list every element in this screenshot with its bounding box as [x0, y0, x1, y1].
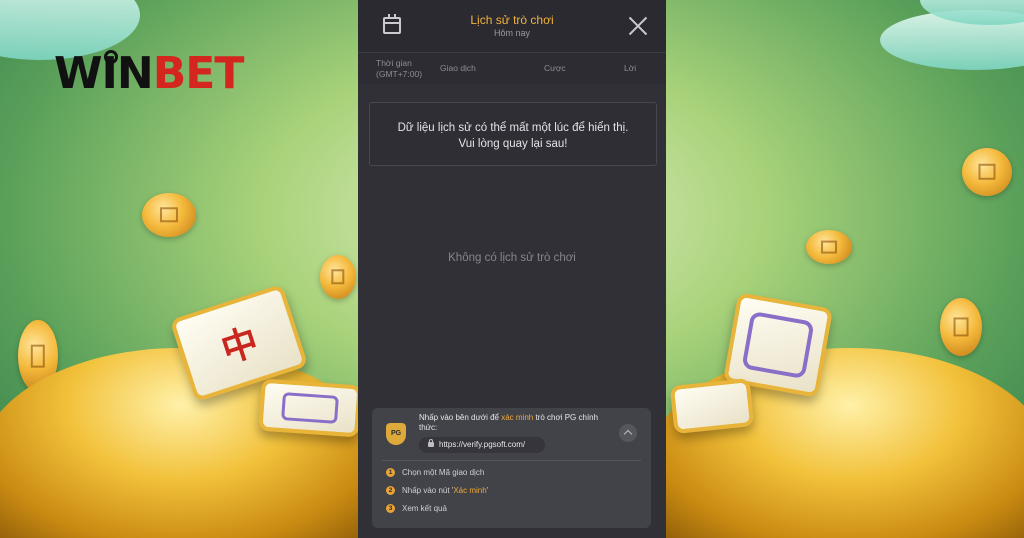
coin-decoration — [806, 230, 852, 264]
coin-decoration — [940, 298, 982, 356]
close-icon[interactable] — [628, 16, 648, 36]
coin-decoration — [320, 255, 356, 299]
coin-decoration — [962, 148, 1012, 196]
game-history-panel: Lịch sử trò chơi Hôm nay Thời gian (GMT+… — [358, 0, 666, 538]
column-time-zone: (GMT+7:00) — [376, 69, 423, 79]
empty-state-text: Không có lịch sử trò chơi — [448, 252, 576, 264]
pg-shield-icon: PG — [386, 423, 406, 445]
coin-decoration — [142, 193, 196, 237]
step-number: 2 — [386, 486, 395, 495]
mahjong-tile — [669, 377, 755, 435]
collapse-button[interactable] — [619, 424, 637, 442]
verify-step: 1 Chọn một Mã giao dịch — [386, 468, 484, 477]
column-bet: Cược — [544, 63, 566, 73]
verify-instruction: Nhấp vào bên dưới để xác minh trò chơi P… — [419, 413, 609, 433]
verify-url-link[interactable]: https://verify.pgsoft.com/ — [419, 437, 545, 453]
winbet-logo: WIN BET — [54, 48, 245, 99]
page-title: Lịch sử trò chơi — [470, 13, 554, 27]
logo-mark-icon — [104, 50, 118, 64]
verify-text-highlight: xác minh — [501, 413, 534, 422]
verify-url: https://verify.pgsoft.com/ — [439, 440, 526, 449]
notice-line-2: Vui lòng quay lại sau! — [458, 138, 568, 150]
step-number: 3 — [386, 504, 395, 513]
loading-notice: Dữ liệu lịch sử có thể mất một lúc để hi… — [369, 102, 657, 166]
step-text: Xem kết quả — [402, 504, 447, 513]
column-transaction: Giao dịch — [440, 63, 476, 73]
column-time: Thời gian (GMT+7:00) — [376, 58, 422, 80]
column-win: Lời — [624, 63, 637, 73]
verify-card: PG Nhấp vào bên dưới để xác minh trò chơ… — [372, 408, 651, 528]
column-time-label: Thời gian — [376, 58, 412, 68]
notice-line-1: Dữ liệu lịch sử có thể mất một lúc để hi… — [397, 122, 629, 134]
table-header: Thời gian (GMT+7:00) Giao dịch Cược Lời — [358, 52, 666, 84]
logo-text-bet: BET — [152, 48, 245, 99]
panel-header: Lịch sử trò chơi Hôm nay — [358, 0, 666, 52]
mahjong-tile — [258, 378, 362, 438]
lock-icon — [428, 439, 434, 447]
divider — [382, 460, 641, 461]
step-text-after: ' — [486, 486, 489, 495]
step-text: Nhấp vào nút ' — [402, 486, 454, 495]
step-text: Chọn một Mã giao dịch — [402, 468, 485, 477]
step-number: 1 — [386, 468, 395, 477]
step-text-highlight: Xác minh — [453, 486, 487, 495]
gold-pile — [650, 348, 1024, 538]
verify-step: 2 Nhấp vào nút ' Xác minh ' — [386, 486, 488, 495]
verify-step: 3 Xem kết quả — [386, 504, 447, 513]
verify-text-before: Nhấp vào bên dưới để — [419, 413, 502, 422]
date-filter-label: Hôm nay — [493, 28, 530, 38]
